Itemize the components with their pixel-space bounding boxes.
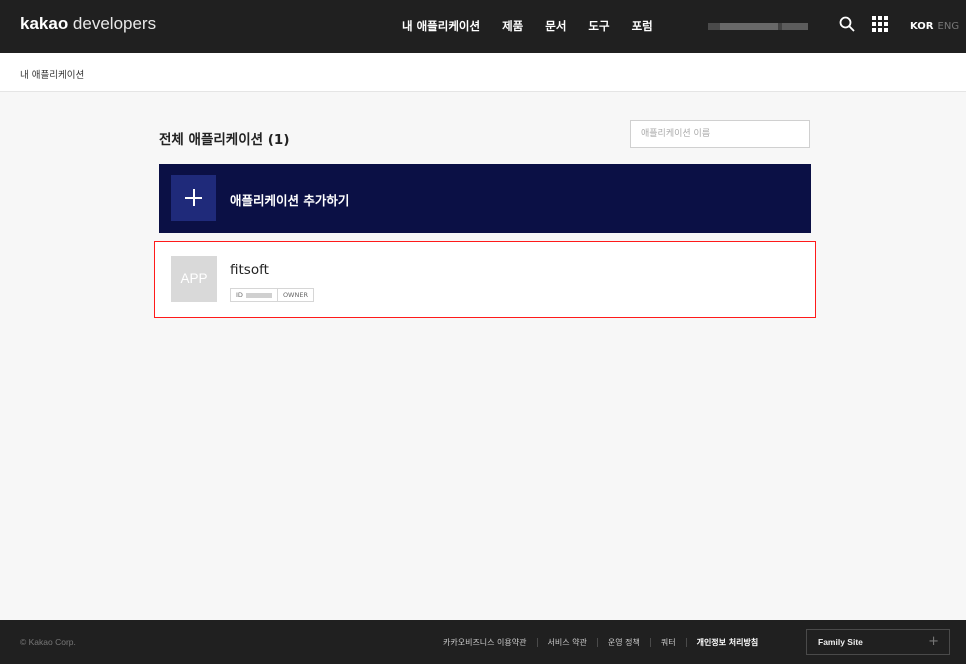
divider <box>649 638 651 647</box>
footer: © Kakao Corp. 카카오비즈니스 이용약관 서비스 약관 운영 정책 … <box>0 620 966 664</box>
divider <box>536 638 538 647</box>
lang-kor[interactable]: KOR <box>910 21 934 32</box>
app-card-fitsoft[interactable]: APP fitsoft ID OWNER <box>154 241 816 318</box>
kakao-developers-logo[interactable]: kakao developers <box>20 14 156 34</box>
breadcrumb-bar: 내 애플리케이션 <box>0 53 966 92</box>
apps-grid-icon[interactable] <box>872 16 888 32</box>
app-badges: ID OWNER <box>230 288 314 302</box>
app-id-label: ID <box>236 291 243 299</box>
add-application-label: 애플리케이션 추가하기 <box>230 193 350 208</box>
account-email-redacted[interactable] <box>708 23 808 30</box>
copyright: © Kakao Corp. <box>20 637 76 647</box>
app-id-redacted <box>245 292 272 298</box>
family-site-label: Family Site <box>818 637 863 647</box>
search-icon[interactable] <box>839 16 855 32</box>
nav-forum[interactable]: 포럼 <box>632 18 653 34</box>
page-title: 전체 애플리케이션 (1) <box>159 132 290 148</box>
nav-docs[interactable]: 문서 <box>545 18 566 34</box>
footer-link-policy[interactable]: 운영 정책 <box>608 637 640 648</box>
plus-icon <box>171 175 216 221</box>
app-role-badge: OWNER <box>276 288 314 302</box>
app-id-badge: ID <box>230 288 277 302</box>
logo-developers: developers <box>68 14 157 33</box>
lang-eng[interactable]: ENG <box>938 21 960 32</box>
app-name: fitsoft <box>230 262 269 278</box>
divider <box>596 638 598 647</box>
nav-tools[interactable]: 도구 <box>588 18 609 34</box>
plus-icon: + <box>928 634 939 649</box>
breadcrumb[interactable]: 내 애플리케이션 <box>20 67 84 81</box>
main-nav: 내 애플리케이션 제품 문서 도구 포럼 <box>402 18 675 34</box>
divider <box>685 638 687 647</box>
language-switch: KOR ENG <box>910 21 959 32</box>
nav-my-applications[interactable]: 내 애플리케이션 <box>402 18 480 34</box>
footer-links: 카카오비즈니스 이용약관 서비스 약관 운영 정책 쿼터 개인정보 처리방침 <box>443 637 758 648</box>
add-application-button[interactable]: 애플리케이션 추가하기 <box>159 164 811 233</box>
top-header: kakao developers 내 애플리케이션 제품 문서 도구 포럼 KO… <box>0 0 966 53</box>
footer-link-business-terms[interactable]: 카카오비즈니스 이용약관 <box>443 637 527 648</box>
footer-link-quota[interactable]: 쿼터 <box>661 637 676 648</box>
footer-link-service-terms[interactable]: 서비스 약관 <box>548 637 587 648</box>
app-search-input[interactable]: 애플리케이션 이름 <box>630 120 810 148</box>
app-thumbnail: APP <box>171 256 217 302</box>
nav-products[interactable]: 제품 <box>502 18 523 34</box>
family-site-select[interactable]: Family Site + <box>806 629 950 655</box>
footer-link-privacy[interactable]: 개인정보 처리방침 <box>697 637 759 648</box>
logo-kakao: kakao <box>20 14 69 33</box>
